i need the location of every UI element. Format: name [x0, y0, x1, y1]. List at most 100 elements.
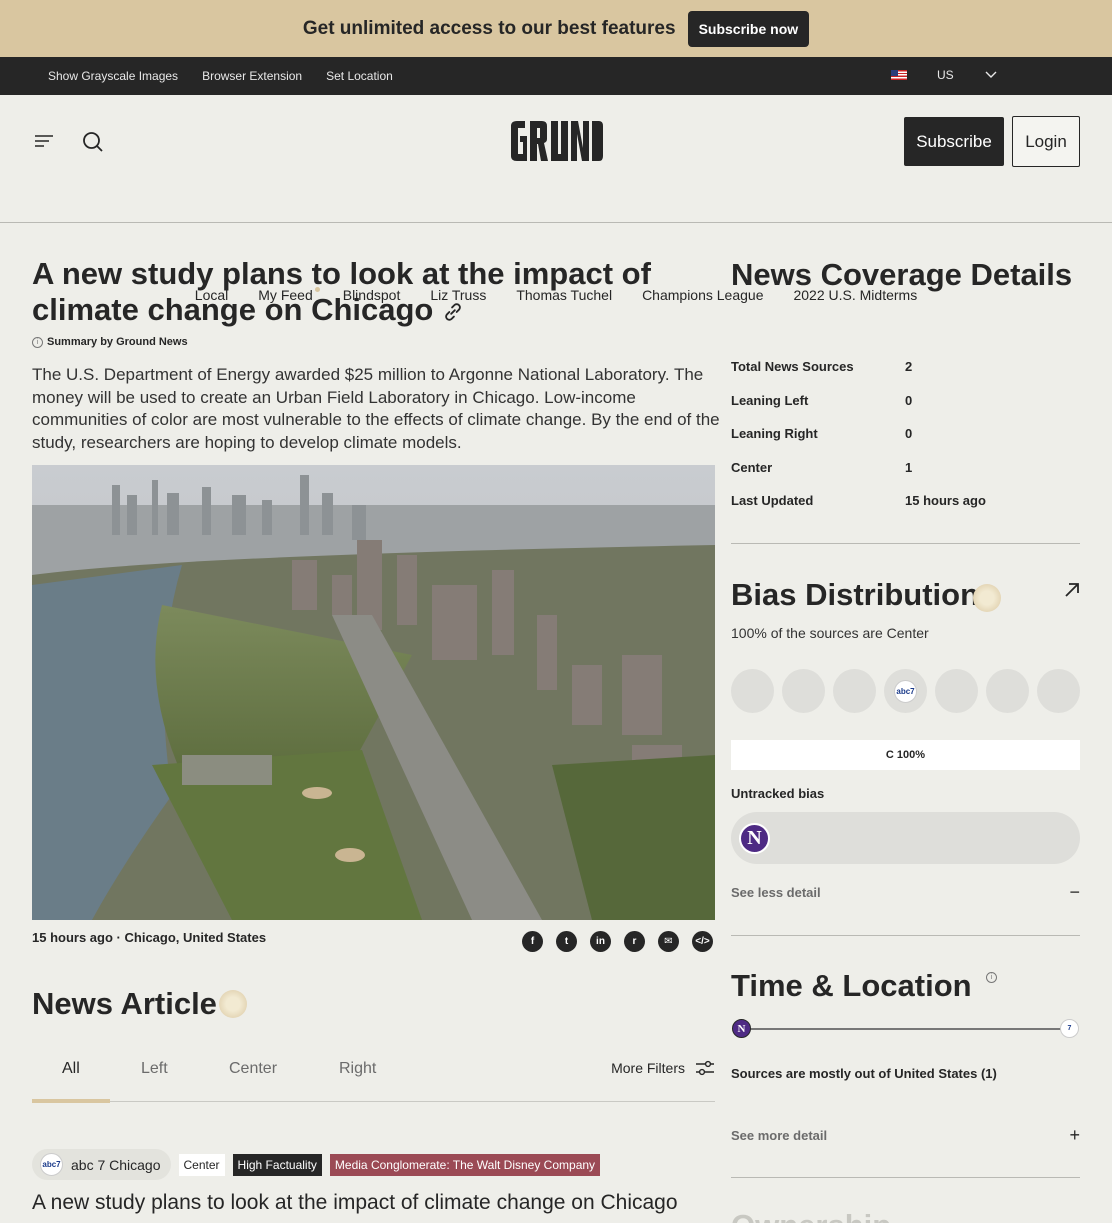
grayscale-link[interactable]: Show Grayscale Images	[48, 69, 178, 83]
article-card-title[interactable]: A new study plans to look at the impact …	[32, 1190, 722, 1216]
summary-by-label: Summary by Ground News	[47, 336, 188, 348]
bias-tag: Center	[178, 1153, 225, 1176]
bias-heading: Bias Distribution	[731, 577, 980, 612]
ground-news-logo[interactable]	[509, 120, 604, 162]
info-icon[interactable]: i	[986, 972, 998, 983]
tab-center[interactable]: Center	[229, 1060, 277, 1078]
see-less-detail[interactable]: See less detail −	[731, 882, 1080, 902]
bias-spectrum: abc7	[731, 669, 1080, 713]
summary-attribution: i Summary by Ground News	[32, 336, 188, 348]
article-location: Chicago, United States	[124, 930, 267, 945]
article-source-row: abc7 abc 7 Chicago Center High Factualit…	[32, 1149, 601, 1180]
divider	[731, 543, 1080, 544]
loading-shimmer	[973, 584, 1001, 612]
facebook-icon[interactable]: f	[522, 931, 543, 952]
region-selector[interactable]: US	[891, 68, 998, 82]
expand-arrow-icon[interactable]	[1063, 581, 1081, 599]
coverage-value: 15 hours ago	[905, 493, 986, 508]
browser-extension-link[interactable]: Browser Extension	[202, 69, 302, 83]
meta-separator: ·	[116, 930, 125, 945]
article-meta: 15 hours ago · Chicago, United States	[32, 930, 266, 945]
tab-left[interactable]: Left	[141, 1060, 168, 1078]
northwestern-timeline-icon[interactable]: N	[732, 1019, 751, 1038]
time-location-title: Time & Location	[731, 968, 972, 1003]
more-filters-label: More Filters	[611, 1060, 685, 1076]
link-icon[interactable]	[442, 301, 464, 323]
plus-icon: +	[1069, 1125, 1080, 1145]
subscribe-now-button[interactable]: Subscribe now	[687, 10, 810, 47]
utility-bar: Show Grayscale Images Browser Extension …	[0, 57, 1112, 95]
loading-shimmer	[219, 990, 247, 1018]
see-more-detail[interactable]: See more detail +	[731, 1125, 1080, 1145]
article-filter-tabs: All Left Center Right More Filters	[32, 1046, 715, 1103]
promo-banner: Get unlimited access to our best feature…	[0, 0, 1112, 57]
coverage-value: 0	[905, 426, 913, 441]
region-label: US	[937, 68, 954, 82]
see-more-label: See more detail	[731, 1128, 828, 1143]
tab-right[interactable]: Right	[339, 1060, 376, 1078]
coverage-row-center: Center 1	[731, 460, 1080, 475]
bias-slot-center[interactable]: abc7	[884, 669, 927, 713]
coverage-value: 1	[905, 460, 913, 475]
menu-icon[interactable]	[34, 133, 54, 149]
reddit-icon[interactable]: r	[624, 931, 645, 952]
coverage-key: Center	[731, 460, 773, 475]
article-title: A new study plans to look at the impact …	[32, 256, 722, 328]
coverage-key: Last Updated	[731, 493, 814, 508]
location-summary: Sources are mostly out of United States …	[731, 1066, 997, 1081]
coverage-key: Total News Sources	[731, 359, 854, 374]
bias-slot-right	[986, 669, 1029, 713]
minus-icon: −	[1069, 882, 1080, 902]
subscribe-button[interactable]: Subscribe	[904, 117, 1004, 166]
info-icon[interactable]: i	[32, 336, 43, 348]
coverage-row-total: Total News Sources 2	[731, 359, 1080, 374]
bias-slot-far-left	[731, 669, 774, 713]
northwestern-logo-icon[interactable]: N	[739, 823, 770, 854]
login-button[interactable]: Login	[1012, 116, 1080, 167]
source-pill[interactable]: abc7 abc 7 Chicago	[32, 1149, 171, 1180]
coverage-row-updated: Last Updated 15 hours ago	[731, 493, 1080, 508]
source-timeline	[741, 1028, 1070, 1030]
ownership-heading: Ownership	[731, 1208, 1080, 1223]
promo-text: Get unlimited access to our best feature…	[302, 17, 676, 39]
set-location-link[interactable]: Set Location	[326, 69, 393, 83]
coverage-row-right: Leaning Right 0	[731, 426, 1080, 441]
coverage-value: 2	[905, 359, 913, 374]
factuality-tag: High Factuality	[232, 1153, 322, 1176]
search-icon[interactable]	[82, 131, 104, 153]
coverage-key: Leaning Left	[731, 393, 809, 408]
tab-all[interactable]: All	[62, 1060, 80, 1078]
email-icon[interactable]: ✉	[658, 931, 679, 952]
abc7-logo-icon: abc7	[40, 1153, 63, 1176]
bias-slot-lean-right	[935, 669, 978, 713]
chevron-down-icon	[985, 71, 997, 78]
see-less-label: See less detail	[731, 885, 821, 900]
us-flag-icon	[891, 70, 907, 80]
active-tab-indicator	[32, 1099, 110, 1103]
coverage-key: Leaning Right	[731, 426, 818, 441]
sliders-icon	[696, 1060, 714, 1076]
bias-subtitle: 100% of the sources are Center	[731, 625, 929, 641]
more-filters-button[interactable]: More Filters	[611, 1060, 715, 1076]
linkedin-icon[interactable]: in	[590, 931, 611, 952]
untracked-label: Untracked bias	[731, 786, 825, 801]
bias-bar: C 100%	[731, 740, 1080, 770]
bias-slot-left	[782, 669, 825, 713]
bias-slot-lean-left	[833, 669, 876, 713]
coverage-row-left: Leaning Left 0	[731, 393, 1080, 408]
divider	[731, 935, 1080, 936]
share-buttons: f t in r ✉ </>	[522, 931, 713, 952]
news-articles-heading: News Article	[32, 986, 217, 1021]
coverage-heading: News Coverage Details	[731, 257, 1073, 292]
time-location-heading: Time & Location i	[731, 968, 1080, 1003]
abc7-timeline-icon[interactable]: 7	[1060, 1019, 1079, 1038]
divider	[731, 1177, 1080, 1178]
bias-bar-label: C 100%	[885, 749, 926, 761]
bias-slot-far-right	[1037, 669, 1080, 713]
article-time: 15 hours ago	[32, 930, 113, 945]
source-name: abc 7 Chicago	[71, 1156, 161, 1173]
article-summary: The U.S. Department of Energy awarded $2…	[32, 365, 720, 453]
twitter-icon[interactable]: t	[556, 931, 577, 952]
embed-icon[interactable]: </>	[692, 931, 713, 952]
article-title-text: A new study plans to look at the impact …	[32, 256, 651, 327]
